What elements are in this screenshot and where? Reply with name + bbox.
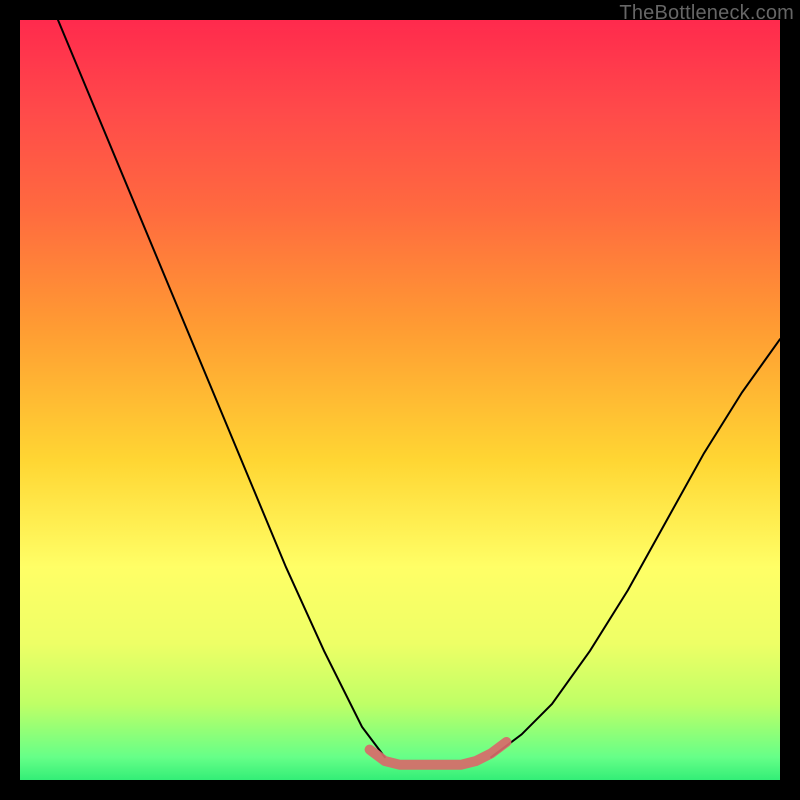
chart-frame: TheBottleneck.com [0,0,800,800]
watermark-text: TheBottleneck.com [619,2,794,25]
chart-gradient-background [20,20,780,780]
